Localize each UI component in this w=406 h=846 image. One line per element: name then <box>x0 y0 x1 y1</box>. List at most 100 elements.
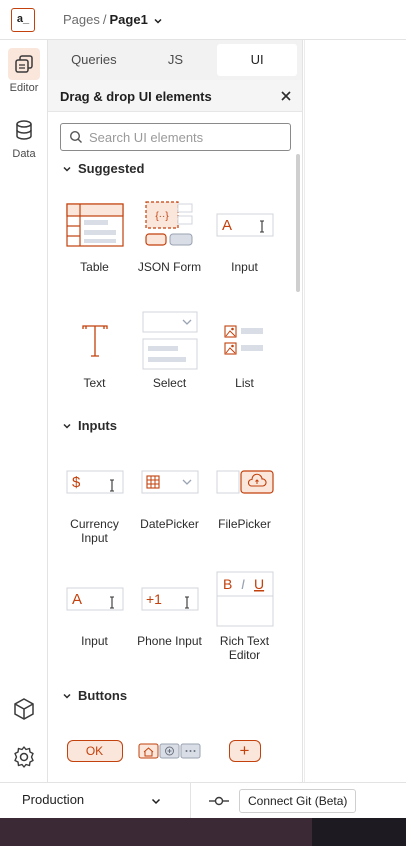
section-title: Suggested <box>78 161 145 176</box>
close-icon[interactable] <box>279 89 293 103</box>
package-cube-icon[interactable] <box>11 696 37 727</box>
select-widget-icon <box>132 311 207 370</box>
left-rail: Editor Data <box>0 40 48 782</box>
currency-glyph: $ <box>72 474 81 491</box>
canvas-divider <box>304 40 305 782</box>
widget-label: Phone Input <box>137 634 202 648</box>
rte-italic-glyph: I <box>241 576 245 592</box>
database-icon <box>8 114 40 146</box>
widget-list[interactable]: List <box>207 312 282 390</box>
phone-input-widget-icon: +1 <box>132 570 207 628</box>
text-widget-icon <box>57 312 132 370</box>
search-box <box>60 123 291 151</box>
input-widget-icon: A <box>57 570 132 628</box>
ok-glyph: OK <box>85 744 104 758</box>
datepicker-widget-icon <box>132 453 207 511</box>
rte-bold-glyph: B <box>223 576 232 592</box>
widget-label: Select <box>152 376 187 390</box>
breadcrumb: Pages / Page1 <box>63 12 163 27</box>
widget-table[interactable]: Table <box>57 196 132 274</box>
input-widget-icon: A <box>207 196 282 254</box>
widget-datepicker[interactable]: DatePicker <box>132 453 207 531</box>
section-suggested[interactable]: Suggested <box>62 161 144 176</box>
canvas-area[interactable] <box>304 40 406 782</box>
section-title: Buttons <box>78 688 128 703</box>
widget-label: DatePicker <box>140 517 199 531</box>
bottom-bar: Production Connect Git (Beta) <box>0 782 406 818</box>
widget-button[interactable]: OK <box>57 738 132 762</box>
widget-icon-button[interactable]: + <box>207 738 282 762</box>
widget-button-group[interactable] <box>132 738 207 764</box>
widgets-panel: Queries JS UI Drag & drop UI elements Su… <box>48 40 303 782</box>
breadcrumb-parent[interactable]: Pages <box>63 12 100 27</box>
app-window: a_ Pages / Page1 Editor Data Queries JS … <box>0 0 406 818</box>
widget-text[interactable]: Text <box>57 312 132 390</box>
breadcrumb-separator: / <box>102 12 107 27</box>
button-group-widget-icon <box>138 743 202 764</box>
input-glyph: A <box>72 591 82 608</box>
widget-select[interactable]: Select <box>132 311 207 390</box>
rail-item-data[interactable]: Data <box>0 114 48 160</box>
plus-glyph: + <box>239 741 250 760</box>
widget-input[interactable]: A Input <box>207 196 282 274</box>
filepicker-widget-icon <box>207 453 282 511</box>
git-commit-icon <box>209 796 229 806</box>
chevron-down-icon[interactable] <box>150 795 162 807</box>
connect-git-button[interactable]: Connect Git (Beta) <box>239 789 357 813</box>
json-glyph: {··} <box>155 211 169 222</box>
search-input[interactable] <box>89 129 279 145</box>
table-widget-icon <box>57 196 132 254</box>
input-glyph: A <box>222 217 232 234</box>
phone-glyph: +1 <box>146 591 162 607</box>
scrollbar-thumb[interactable] <box>296 154 300 292</box>
widget-label: Input <box>231 260 258 274</box>
widget-label: FilePicker <box>218 517 271 531</box>
widget-label: List <box>235 376 254 390</box>
rail-item-editor[interactable]: Editor <box>0 48 48 94</box>
gear-icon[interactable] <box>11 744 37 775</box>
widget-input-2[interactable]: A Input <box>57 570 132 648</box>
panel-tabs: Queries JS UI <box>48 40 302 80</box>
app-logo[interactable]: a_ <box>11 8 35 32</box>
widget-label: Currency Input <box>70 517 119 545</box>
rich-text-editor-widget-icon: BIU <box>207 570 282 628</box>
background-window-strip <box>312 818 406 846</box>
widget-rich-text-editor[interactable]: BIU Rich Text Editor <box>207 570 282 662</box>
widget-filepicker[interactable]: FilePicker <box>207 453 282 531</box>
json-form-widget-icon: {··} <box>132 196 207 254</box>
rail-label-editor: Editor <box>9 82 39 94</box>
chevron-down-icon[interactable] <box>153 16 163 26</box>
chevron-down-icon <box>63 693 71 699</box>
widget-currency-input[interactable]: $ Currency Input <box>57 453 132 545</box>
widget-phone-input[interactable]: +1 Phone Input <box>132 570 207 648</box>
tab-ui[interactable]: UI <box>217 44 298 76</box>
breadcrumb-current-page[interactable]: Page1 <box>110 12 148 27</box>
rail-label-data: Data <box>12 148 36 160</box>
list-widget-icon <box>207 312 282 370</box>
widget-label: JSON Form <box>137 260 202 274</box>
panel-title: Drag & drop UI elements <box>60 89 212 104</box>
top-bar: a_ Pages / Page1 <box>0 0 406 40</box>
chevron-down-icon <box>63 423 71 429</box>
widget-label: Table <box>80 260 109 274</box>
widget-label: Text <box>83 376 106 390</box>
button-widget-icon: OK <box>66 740 123 762</box>
currency-input-widget-icon: $ <box>57 453 132 511</box>
panel-header: Drag & drop UI elements <box>48 80 302 112</box>
pages-stack-icon <box>8 48 40 80</box>
logo-text: a_ <box>16 13 30 25</box>
widget-label: Input <box>81 634 108 648</box>
icon-button-widget-icon: + <box>228 740 261 762</box>
section-inputs[interactable]: Inputs <box>62 418 117 433</box>
rte-underline-glyph: U <box>254 576 264 592</box>
search-icon <box>69 130 82 143</box>
section-buttons[interactable]: Buttons <box>62 688 127 703</box>
tab-js[interactable]: JS <box>136 44 216 76</box>
widget-json-form[interactable]: {··} JSON Form <box>132 196 207 274</box>
section-title: Inputs <box>78 418 117 433</box>
bottom-divider <box>190 783 191 818</box>
chevron-down-icon <box>63 166 71 172</box>
tab-queries[interactable]: Queries <box>54 44 134 76</box>
widget-label: Rich Text Editor <box>219 634 270 662</box>
environment-select[interactable]: Production <box>22 792 84 807</box>
